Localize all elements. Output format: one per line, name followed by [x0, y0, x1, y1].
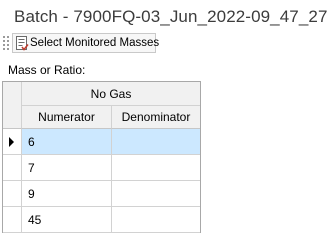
- denominator-cell[interactable]: [112, 207, 200, 233]
- current-row-arrow-icon: [9, 137, 14, 147]
- select-monitored-masses-label: Select Monitored Masses: [30, 37, 160, 49]
- masses-grid: No Gas Numerator Denominator 6 7 9 45: [2, 81, 201, 233]
- grid-corner-header[interactable]: [3, 82, 22, 129]
- denominator-cell[interactable]: [112, 155, 200, 181]
- window-title-bar: Batch - 7900FQ-03_Jun_2022-09_47_27.b: [0, 0, 327, 32]
- column-header-denominator[interactable]: Denominator: [112, 106, 200, 129]
- table-row[interactable]: 7: [3, 155, 200, 181]
- toolbar-grip-handle[interactable]: [3, 36, 11, 50]
- toolbar: Select Monitored Masses: [0, 32, 327, 54]
- mass-or-ratio-label: Mass or Ratio:: [8, 63, 86, 77]
- row-header[interactable]: [3, 155, 22, 181]
- denominator-cell[interactable]: [112, 129, 200, 155]
- column-header-numerator[interactable]: Numerator: [22, 106, 112, 129]
- group-header-no-gas: No Gas: [22, 82, 200, 106]
- numerator-cell[interactable]: 7: [22, 155, 112, 181]
- row-header[interactable]: [3, 129, 22, 155]
- table-row[interactable]: 6: [3, 129, 200, 155]
- numerator-cell[interactable]: 6: [22, 129, 112, 155]
- denominator-cell[interactable]: [112, 181, 200, 207]
- row-header[interactable]: [3, 207, 22, 233]
- table-row[interactable]: 45: [3, 207, 200, 233]
- window-title: Batch - 7900FQ-03_Jun_2022-09_47_27.b: [14, 7, 327, 26]
- numerator-cell[interactable]: 9: [22, 181, 112, 207]
- checklist-icon: [15, 35, 29, 51]
- row-header[interactable]: [3, 181, 22, 207]
- table-row[interactable]: 9: [3, 181, 200, 207]
- select-monitored-masses-button[interactable]: Select Monitored Masses: [12, 33, 160, 53]
- numerator-cell[interactable]: 45: [22, 207, 112, 233]
